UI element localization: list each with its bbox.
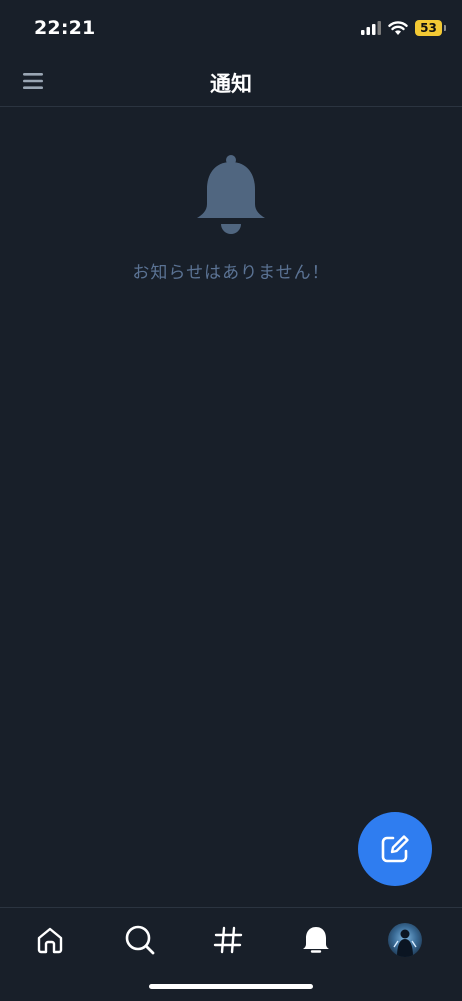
- cellular-signal-icon: [361, 21, 381, 35]
- avatar: [388, 923, 422, 957]
- avatar-figure-icon: [393, 929, 417, 957]
- home-icon: [37, 927, 63, 954]
- status-icons: 53: [361, 18, 446, 38]
- page-title: 通知: [210, 72, 252, 96]
- bell-icon: [197, 155, 265, 234]
- empty-state: お知らせはありません！: [0, 154, 462, 283]
- status-bar: 22:21 53: [0, 0, 462, 56]
- bell-icon: [303, 927, 329, 953]
- empty-message: お知らせはありません！: [132, 263, 330, 283]
- status-time: 22:21: [34, 17, 96, 39]
- wifi-icon: [388, 20, 408, 35]
- tab-hashtag[interactable]: [206, 918, 250, 962]
- hashtag-icon: [213, 926, 243, 954]
- search-icon: [125, 925, 155, 955]
- tab-search[interactable]: [118, 918, 162, 962]
- battery-indicator: 53: [415, 20, 446, 36]
- tab-notifications[interactable]: [294, 918, 338, 962]
- home-indicator: [149, 984, 313, 989]
- tab-profile[interactable]: [383, 918, 427, 962]
- compose-icon: [381, 835, 409, 863]
- tab-home[interactable]: [28, 918, 72, 962]
- compose-button[interactable]: [358, 812, 432, 886]
- header: 通知: [0, 56, 462, 107]
- battery-level: 53: [420, 21, 437, 35]
